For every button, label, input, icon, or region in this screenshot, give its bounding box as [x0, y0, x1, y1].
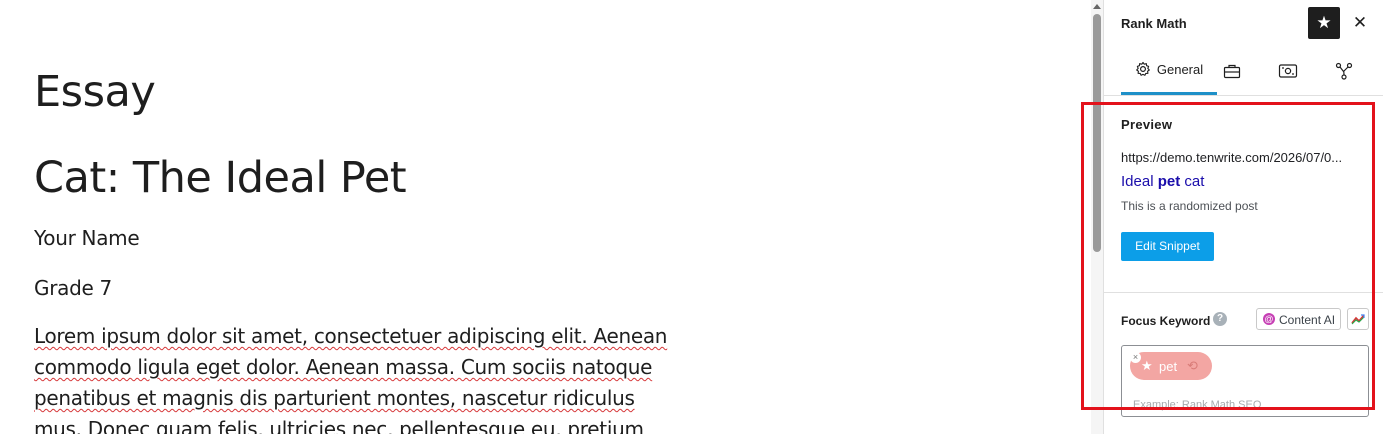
body-paragraph[interactable]: Lorem ipsum dolor sit amet, consectetuer… — [34, 321, 684, 434]
close-sidebar-button[interactable]: ✕ — [1350, 10, 1370, 36]
snippet-url: https://demo.tenwrite.com/2026/07/0... — [1121, 150, 1343, 165]
tab-general-label: General — [1156, 61, 1204, 77]
trend-chart-icon — [1351, 314, 1365, 325]
tab-advanced[interactable] — [1216, 46, 1248, 95]
keyword-tag[interactable]: × ★ pet ⟲ — [1130, 352, 1212, 380]
snippet-title-prefix: Ideal — [1121, 173, 1158, 190]
focus-keyword-label: Focus Keyword — [1121, 314, 1211, 328]
help-icon[interactable]: ? — [1213, 312, 1227, 326]
keyword-placeholder: Example: Rank Math SEO — [1133, 399, 1262, 411]
content-ai-icon: @ — [1263, 313, 1275, 325]
toolbox-icon — [1223, 64, 1241, 78]
sidebar-title: Rank Math — [1121, 16, 1187, 31]
tab-schema[interactable] — [1272, 46, 1304, 95]
tab-social[interactable] — [1328, 46, 1360, 95]
body-line: penatibus et magnis dis parturient monte… — [34, 386, 635, 410]
pin-star-button[interactable]: ★ — [1308, 7, 1340, 39]
sidebar-tabs: General — [1104, 46, 1383, 96]
focus-keyword-input[interactable]: × ★ pet ⟲ Example: Rank Math SEO — [1121, 345, 1369, 417]
primary-keyword-star-icon: ★ — [1141, 358, 1153, 373]
content-ai-button[interactable]: @ Content AI — [1256, 308, 1341, 330]
remove-keyword-icon[interactable]: × — [1130, 352, 1141, 363]
rank-math-sidebar: Rank Math ★ ✕ General Preview https://de… — [1103, 0, 1383, 434]
scrollbar-thumb[interactable] — [1093, 14, 1101, 252]
essay-heading[interactable]: Essay — [34, 64, 156, 120]
trends-button[interactable] — [1347, 308, 1369, 330]
snippet-description: This is a randomized post — [1121, 199, 1258, 213]
body-line: Lorem ipsum dolor sit amet, consectetuer… — [34, 324, 668, 348]
editor-canvas[interactable]: Essay Cat: The Ideal Pet Your Name Grade… — [0, 0, 1090, 434]
social-share-icon — [1335, 62, 1353, 80]
keyword-trend-icon[interactable]: ⟲ — [1187, 358, 1198, 374]
body-line: commodo ligula eget dolor. Aenean massa.… — [34, 355, 653, 379]
post-title-heading[interactable]: Cat: The Ideal Pet — [34, 150, 407, 206]
preview-heading: Preview — [1121, 117, 1173, 132]
close-icon: ✕ — [1352, 13, 1368, 32]
snippet-title[interactable]: Ideal pet cat — [1121, 173, 1204, 190]
snippet-title-keyword: pet — [1157, 173, 1181, 190]
scroll-up-arrow-icon[interactable] — [1093, 4, 1101, 9]
schema-icon — [1278, 63, 1298, 78]
name-paragraph[interactable]: Your Name — [34, 223, 140, 254]
edit-snippet-button[interactable]: Edit Snippet — [1121, 232, 1214, 261]
sidebar-header: Rank Math ★ ✕ — [1104, 0, 1383, 46]
gear-icon — [1136, 61, 1150, 76]
snippet-title-suffix: cat — [1180, 173, 1205, 190]
content-ai-label: Content AI — [1279, 313, 1336, 327]
keyword-tag-label: pet — [1159, 359, 1178, 374]
tab-general[interactable]: General — [1121, 46, 1217, 95]
body-line: mus. Donec quam felis, ultricies nec, pe… — [34, 417, 644, 434]
section-divider — [1104, 292, 1383, 293]
star-icon: ★ — [1316, 13, 1332, 32]
grade-paragraph[interactable]: Grade 7 — [34, 273, 112, 304]
